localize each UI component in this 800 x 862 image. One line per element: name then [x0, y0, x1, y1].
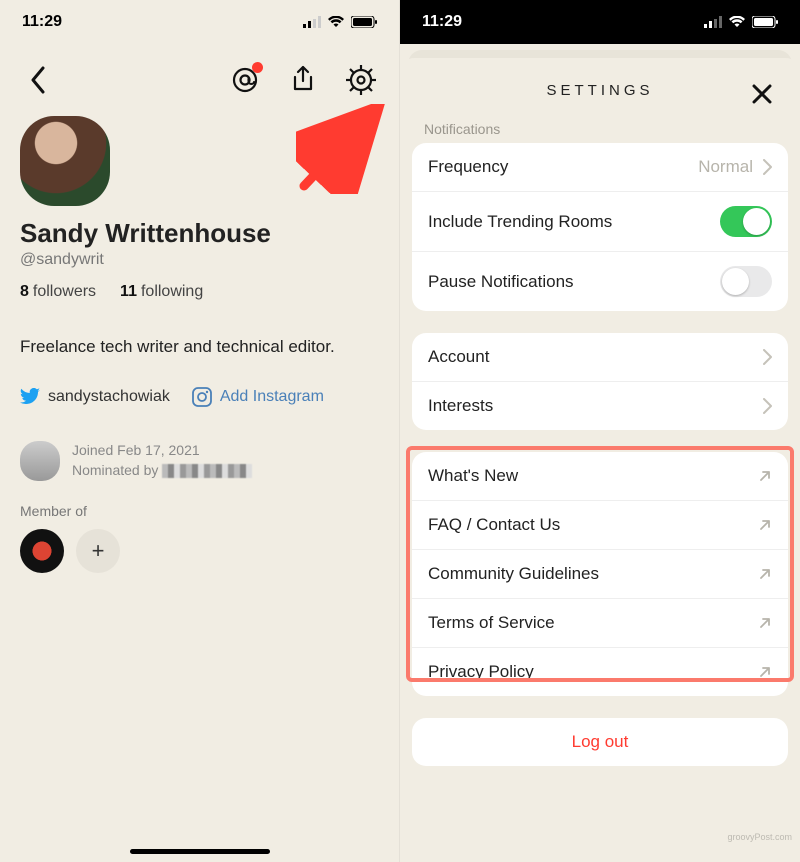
- annotation-arrow: [296, 104, 396, 194]
- row-logout[interactable]: Log out: [412, 718, 788, 766]
- row-pause: Pause Notifications: [412, 251, 788, 311]
- settings-title: SETTINGS: [546, 82, 653, 99]
- row-faq[interactable]: FAQ / Contact Us: [412, 500, 788, 549]
- close-icon: [751, 83, 773, 105]
- wifi-icon: [327, 16, 345, 28]
- follow-stats: 8followers 11following: [0, 283, 399, 323]
- frequency-value: Normal: [698, 157, 753, 177]
- battery-icon: [752, 16, 778, 28]
- watermark: groovyPost.com: [727, 832, 792, 842]
- chevron-right-icon: [763, 398, 772, 414]
- row-tos[interactable]: Terms of Service: [412, 598, 788, 647]
- wifi-icon: [728, 16, 746, 28]
- top-nav: [0, 44, 399, 106]
- profile-screen: 11:29 Sandy Writtenhouse @sandywrit 8fo: [0, 0, 400, 862]
- back-button[interactable]: [20, 62, 56, 98]
- club-item[interactable]: [20, 529, 64, 573]
- status-icons: [303, 16, 377, 28]
- settings-card-notifications: Frequency Normal Include Trending Rooms …: [412, 143, 788, 311]
- row-whats-new[interactable]: What's New: [412, 452, 788, 500]
- mentions-button[interactable]: [227, 62, 263, 98]
- status-time: 11:29: [422, 13, 462, 31]
- gear-icon: [346, 65, 376, 95]
- chevron-right-icon: [763, 349, 772, 365]
- profile-name: Sandy Writtenhouse: [0, 218, 399, 249]
- notification-dot: [252, 62, 263, 73]
- external-link-icon: [758, 518, 772, 532]
- twitter-icon: [20, 388, 40, 406]
- settings-card-links: What's New FAQ / Contact Us Community Gu…: [412, 452, 788, 696]
- chevron-right-icon: [763, 159, 772, 175]
- logout-label: Log out: [572, 732, 629, 752]
- settings-card-account: Account Interests: [412, 333, 788, 430]
- close-button[interactable]: [746, 78, 778, 110]
- add-instagram-label: Add Instagram: [220, 388, 324, 406]
- row-account[interactable]: Account: [412, 333, 788, 381]
- profile-handle: @sandywrit: [0, 249, 399, 283]
- row-label: Community Guidelines: [428, 564, 599, 584]
- share-button[interactable]: [285, 62, 321, 98]
- status-bar-right: 11:29: [400, 0, 800, 44]
- row-guidelines[interactable]: Community Guidelines: [412, 549, 788, 598]
- nominator-avatar[interactable]: [20, 441, 60, 481]
- row-label: Interests: [428, 396, 493, 416]
- external-link-icon: [758, 469, 772, 483]
- add-club-button[interactable]: +: [76, 529, 120, 573]
- external-link-icon: [758, 567, 772, 581]
- row-label: Include Trending Rooms: [428, 212, 612, 232]
- censored-name: [162, 464, 252, 478]
- row-privacy[interactable]: Privacy Policy: [412, 647, 788, 696]
- member-of-label: Member of: [0, 499, 399, 529]
- section-notifications-label: Notifications: [400, 121, 800, 143]
- row-label: Privacy Policy: [428, 662, 534, 682]
- instagram-icon: [192, 387, 212, 407]
- joined-date: Joined Feb 17, 2021: [72, 441, 252, 461]
- toggle-trending[interactable]: [720, 206, 772, 237]
- bio: Freelance tech writer and technical edit…: [0, 323, 399, 377]
- avatar[interactable]: [20, 116, 110, 206]
- toggle-pause[interactable]: [720, 266, 772, 297]
- status-time: 11:29: [22, 13, 62, 31]
- row-label: Pause Notifications: [428, 272, 574, 292]
- home-indicator[interactable]: [130, 849, 270, 854]
- cell-signal-icon: [303, 16, 321, 28]
- share-icon: [290, 65, 316, 95]
- settings-sheet: SETTINGS Notifications Frequency Normal …: [400, 58, 800, 854]
- external-link-icon: [758, 665, 772, 679]
- followers[interactable]: 8followers: [20, 283, 96, 301]
- row-interests[interactable]: Interests: [412, 381, 788, 430]
- settings-gear-button[interactable]: [343, 62, 379, 98]
- row-label: Terms of Service: [428, 613, 555, 633]
- add-instagram-button[interactable]: Add Instagram: [192, 387, 324, 407]
- cell-signal-icon: [704, 16, 722, 28]
- twitter-handle: sandystachowiak: [48, 388, 170, 406]
- row-label: Account: [428, 347, 489, 367]
- following[interactable]: 11following: [120, 283, 203, 301]
- battery-icon: [351, 16, 377, 28]
- external-link-icon: [758, 616, 772, 630]
- settings-screen: 11:29 SETTINGS Notifications Frequency N…: [400, 0, 800, 862]
- row-label: What's New: [428, 466, 518, 486]
- status-icons: [704, 16, 778, 28]
- row-trending: Include Trending Rooms: [412, 191, 788, 251]
- settings-card-logout: Log out: [412, 718, 788, 766]
- joined-row: Joined Feb 17, 2021 Nominated by: [0, 431, 399, 499]
- status-bar-left: 11:29: [0, 0, 399, 44]
- row-label: FAQ / Contact Us: [428, 515, 560, 535]
- twitter-link[interactable]: sandystachowiak: [20, 388, 170, 406]
- nominated-by: Nominated by: [72, 461, 252, 481]
- row-label: Frequency: [428, 157, 508, 177]
- row-frequency[interactable]: Frequency Normal: [412, 143, 788, 191]
